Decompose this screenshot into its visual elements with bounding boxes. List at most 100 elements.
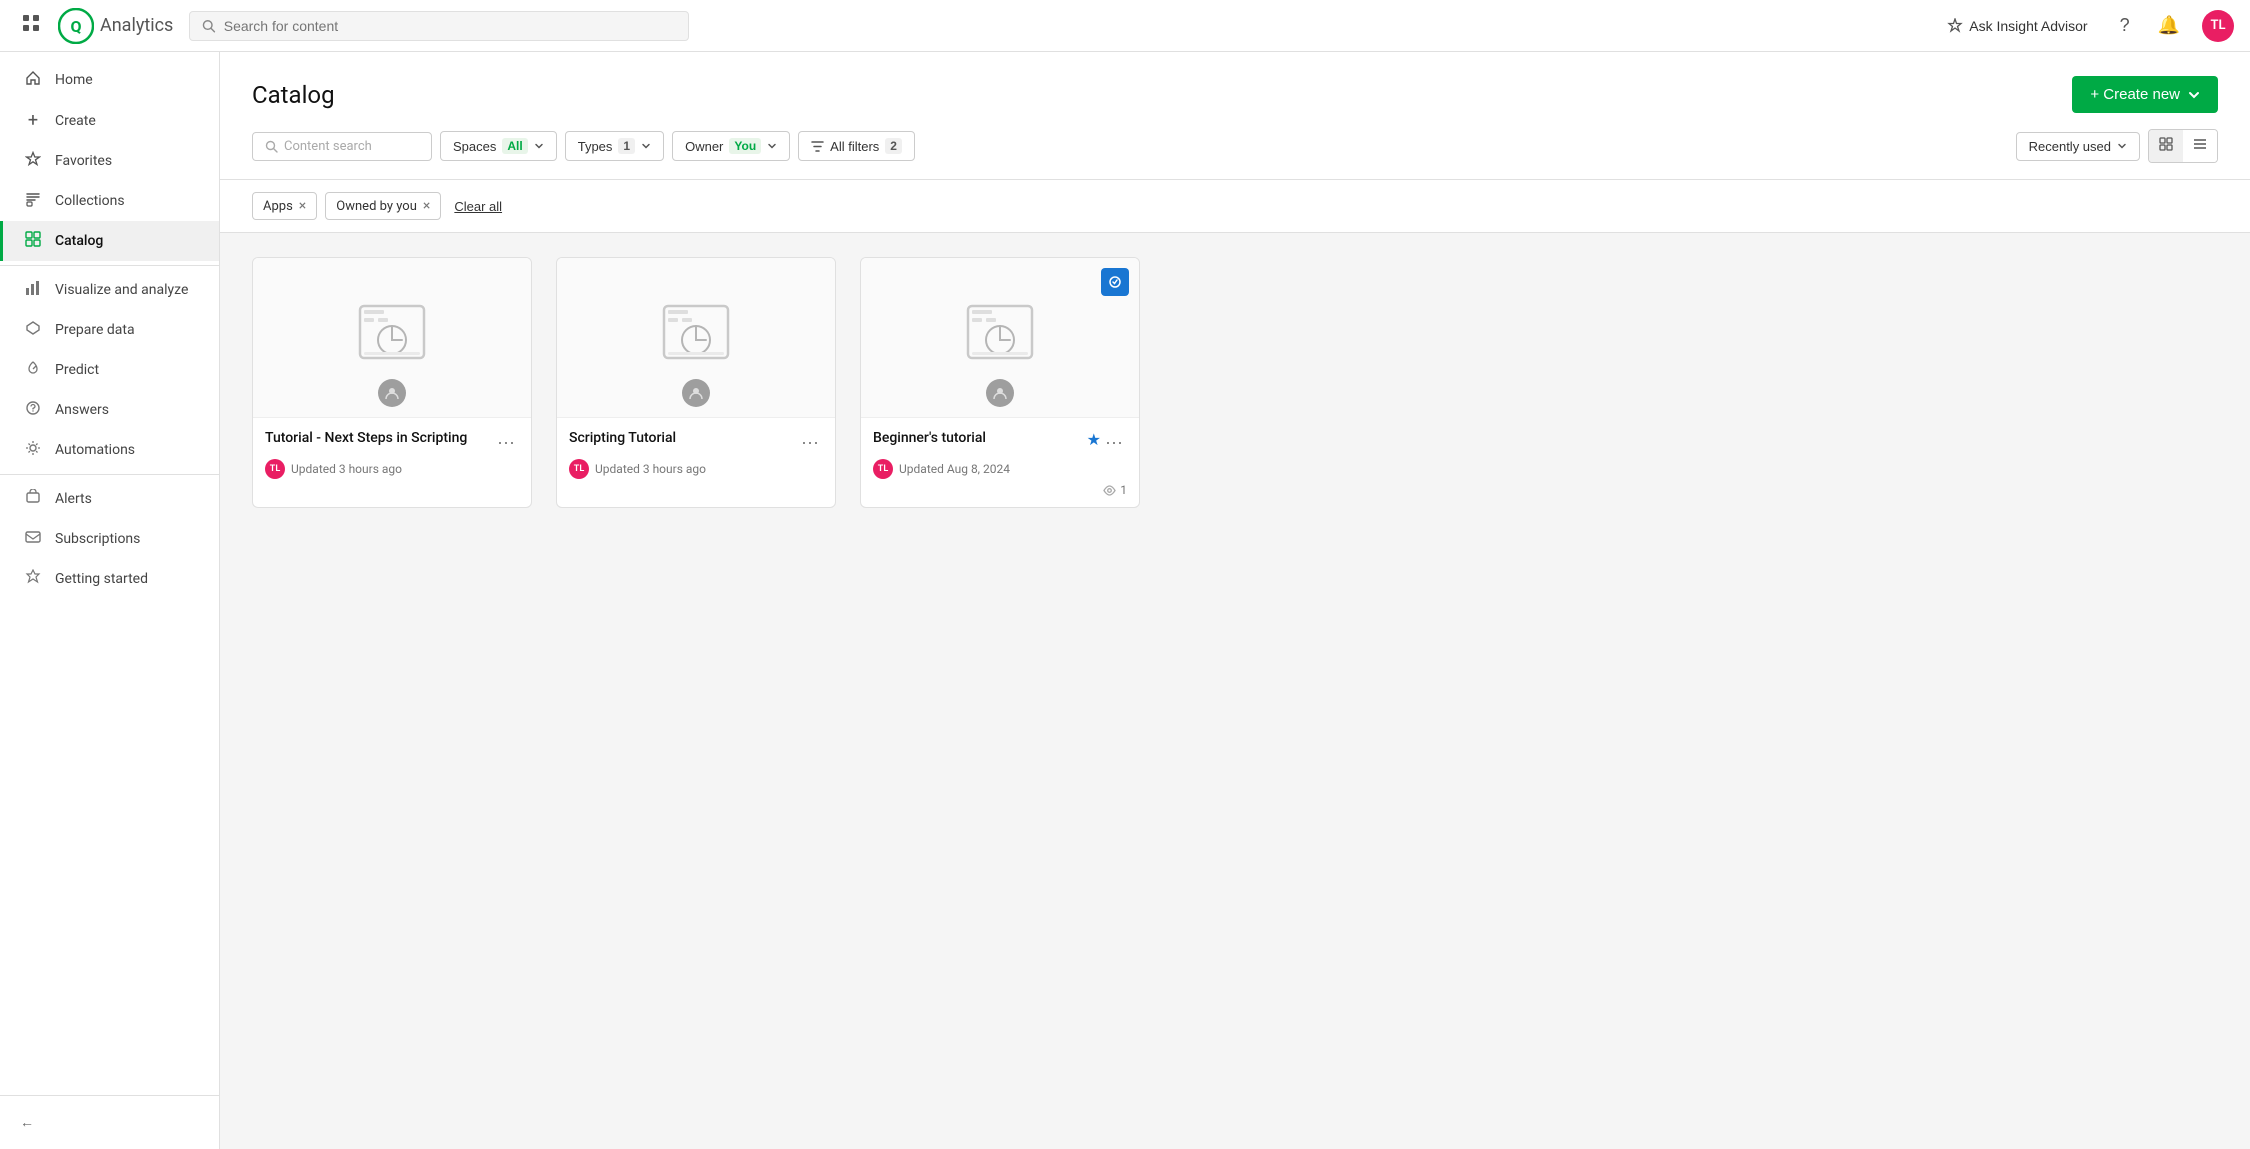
- filters-right: Recently used: [2016, 129, 2218, 163]
- filter-icon: [811, 140, 824, 153]
- favorites-icon: [23, 151, 43, 171]
- types-filter-label: Types: [578, 139, 613, 154]
- create-new-label: + Create new: [2090, 86, 2180, 103]
- create-new-button[interactable]: + Create new: [2072, 76, 2218, 113]
- app-thumbnail-icon: [964, 302, 1036, 374]
- clear-all-button[interactable]: Clear all: [449, 194, 507, 219]
- card-menu-button-1[interactable]: ···: [493, 430, 519, 455]
- insight-advisor-button[interactable]: Ask Insight Advisor: [1937, 12, 2097, 40]
- card-title-row-1: Tutorial - Next Steps in Scripting ···: [265, 430, 519, 455]
- avatar[interactable]: TL: [2202, 10, 2234, 42]
- card-body-1: Tutorial - Next Steps in Scripting ··· T…: [253, 418, 531, 491]
- sidebar-item-catalog[interactable]: Catalog: [0, 221, 219, 261]
- catalog-header: Catalog + Create new: [220, 52, 2250, 180]
- table-row[interactable]: Scripting Tutorial ··· TL Updated 3 hour…: [556, 257, 836, 508]
- notifications-icon[interactable]: 🔔: [2152, 9, 2186, 42]
- spaces-filter-button[interactable]: Spaces All: [440, 131, 557, 161]
- all-filters-button[interactable]: All filters 2: [798, 131, 915, 161]
- owner-filter-badge: You: [729, 138, 761, 154]
- favorite-star-icon[interactable]: ★: [1087, 430, 1101, 449]
- cards-area: Tutorial - Next Steps in Scripting ··· T…: [220, 233, 2250, 532]
- app-thumbnail-icon: [356, 302, 428, 374]
- topbar-right: Ask Insight Advisor ? 🔔 TL: [1937, 9, 2234, 42]
- search-input[interactable]: [224, 18, 677, 34]
- card-menu-button-3[interactable]: ···: [1101, 430, 1127, 455]
- collapse-icon: ←: [20, 1114, 34, 1131]
- search-icon: [202, 19, 215, 33]
- automations-icon: [23, 440, 43, 460]
- home-icon: [23, 70, 43, 90]
- card-title-3: Beginner's tutorial: [873, 430, 1083, 446]
- all-filters-label: All filters: [830, 139, 879, 154]
- types-chevron-icon: [641, 141, 651, 151]
- sidebar-bottom: ←: [0, 1095, 219, 1141]
- sidebar-item-subscriptions[interactable]: Subscriptions: [0, 519, 219, 559]
- card-preview-2: [557, 258, 835, 418]
- card-avatar-sm-2: TL: [569, 459, 589, 479]
- card-preview-1: [253, 258, 531, 418]
- page-title: Catalog: [252, 81, 335, 109]
- topbar-left: Q Analytics: [16, 8, 173, 44]
- getting-started-icon: [23, 569, 43, 589]
- sidebar-item-home[interactable]: Home: [0, 60, 219, 100]
- views-icon: [1103, 484, 1116, 497]
- logo-text: Analytics: [100, 15, 173, 36]
- owner-filter-button[interactable]: Owner You: [672, 131, 790, 161]
- collapse-sidebar-button[interactable]: ←: [0, 1104, 219, 1141]
- catalog-icon: [23, 231, 43, 251]
- subscriptions-icon: [23, 529, 43, 549]
- sidebar-item-getting-started[interactable]: Getting started: [0, 559, 219, 599]
- content-search-icon: [265, 140, 278, 153]
- logo: Q Analytics: [58, 8, 173, 44]
- card-title-row-2: Scripting Tutorial ···: [569, 430, 823, 455]
- catalog-title-row: Catalog + Create new: [252, 76, 2218, 113]
- sidebar-item-collections[interactable]: Collections: [0, 181, 219, 221]
- sidebar-item-answers[interactable]: Answers: [0, 390, 219, 430]
- types-filter-button[interactable]: Types 1: [565, 131, 664, 161]
- table-row[interactable]: Beginner's tutorial ★ ··· TL Updated Aug…: [860, 257, 1140, 508]
- sidebar-item-alerts[interactable]: Alerts: [0, 479, 219, 519]
- sidebar-item-prepare[interactable]: Prepare data: [0, 310, 219, 350]
- spaces-filter-label: Spaces: [453, 139, 496, 154]
- answers-icon: [23, 400, 43, 420]
- sidebar-item-automations[interactable]: Automations: [0, 430, 219, 470]
- list-view-button[interactable]: [2183, 130, 2217, 162]
- card-title-2: Scripting Tutorial: [569, 430, 793, 446]
- grid-menu-icon[interactable]: [16, 8, 46, 43]
- card-meta-2: TL Updated 3 hours ago: [569, 459, 823, 479]
- card-body-2: Scripting Tutorial ··· TL Updated 3 hour…: [557, 418, 835, 491]
- owned-chip-close-icon[interactable]: ×: [423, 198, 430, 214]
- sidebar-item-create[interactable]: + Create: [0, 100, 219, 141]
- app-thumbnail-icon: [660, 302, 732, 374]
- table-row[interactable]: Tutorial - Next Steps in Scripting ··· T…: [252, 257, 532, 508]
- sidebar-item-predict[interactable]: Predict: [0, 350, 219, 390]
- app-shell: Q Analytics Ask Insight Advisor ? 🔔 T: [0, 0, 2250, 1149]
- search-bar[interactable]: [189, 11, 689, 41]
- card-body-3: Beginner's tutorial ★ ··· TL Updated Aug…: [861, 418, 1139, 507]
- spaces-filter-badge: All: [502, 138, 527, 154]
- card-avatar-sm-1: TL: [265, 459, 285, 479]
- content-search-field[interactable]: Content search: [252, 132, 432, 161]
- main-layout: Home + Create Favorites Collections: [0, 52, 2250, 1149]
- card-meta-1: TL Updated 3 hours ago: [265, 459, 519, 479]
- predict-icon: [23, 360, 43, 380]
- card-title-1: Tutorial - Next Steps in Scripting: [265, 430, 489, 446]
- create-icon: +: [23, 110, 43, 131]
- card-title-row-3: Beginner's tutorial ★ ···: [873, 430, 1127, 455]
- grid-view-button[interactable]: [2149, 130, 2183, 162]
- main-content: Catalog + Create new: [220, 52, 2250, 1149]
- qlik-logo-icon: Q: [58, 8, 94, 44]
- active-filters-row: Apps × Owned by you × Clear all: [220, 180, 2250, 233]
- sort-button[interactable]: Recently used: [2016, 132, 2140, 161]
- apps-chip-close-icon[interactable]: ×: [299, 198, 306, 214]
- prepare-icon: [23, 320, 43, 340]
- owned-by-you-chip[interactable]: Owned by you ×: [325, 192, 441, 220]
- sidebar-item-visualize[interactable]: Visualize and analyze: [0, 270, 219, 310]
- sidebar-item-favorites[interactable]: Favorites: [0, 141, 219, 181]
- card-menu-button-2[interactable]: ···: [797, 430, 823, 455]
- filters-row: Content search Spaces All Types 1 Owner: [252, 129, 2218, 179]
- all-filters-badge: 2: [885, 138, 902, 154]
- alerts-icon: [23, 489, 43, 509]
- apps-chip[interactable]: Apps ×: [252, 192, 317, 220]
- help-icon[interactable]: ?: [2114, 9, 2136, 42]
